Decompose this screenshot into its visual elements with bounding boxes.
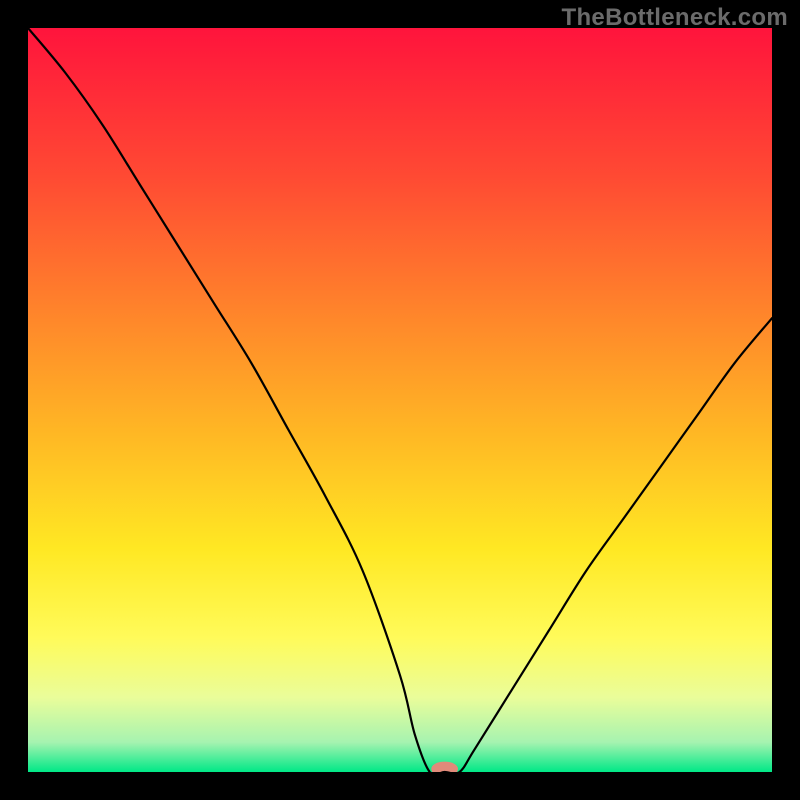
plot-area (28, 28, 772, 772)
watermark-text: TheBottleneck.com (562, 4, 788, 32)
chart-frame: TheBottleneck.com (0, 0, 800, 800)
chart-svg (28, 28, 772, 772)
background-gradient (28, 28, 772, 772)
